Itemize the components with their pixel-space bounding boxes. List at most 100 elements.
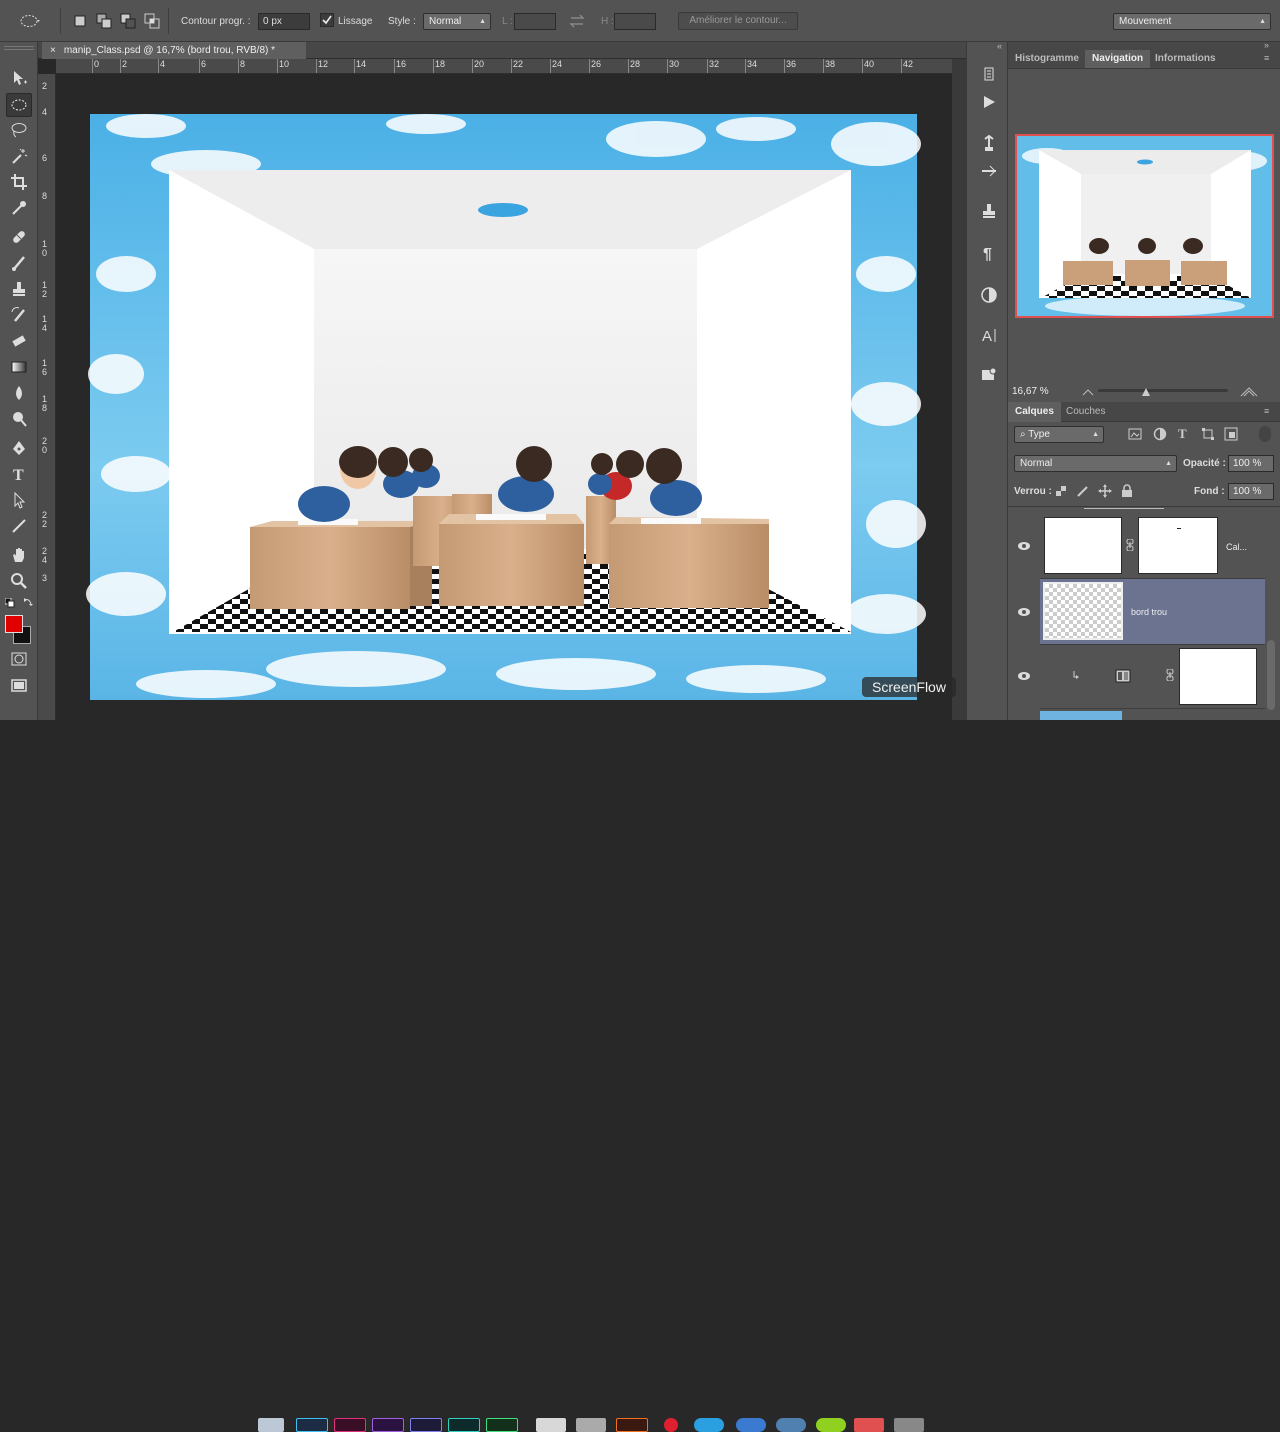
layer-name[interactable]: bord trou	[1131, 607, 1167, 617]
history-brush-tool-icon[interactable]	[6, 303, 32, 327]
lock-transparency-icon[interactable]	[1055, 485, 1067, 497]
dock-app-icon[interactable]	[736, 1418, 766, 1432]
collapse-icon[interactable]: «	[997, 41, 1002, 51]
healing-brush-tool-icon[interactable]	[6, 225, 32, 249]
dock-app-icon[interactable]	[372, 1418, 404, 1432]
dock-app-icon[interactable]	[894, 1418, 924, 1432]
dock-app-icon[interactable]	[296, 1418, 328, 1432]
dock-app-icon[interactable]	[258, 1418, 284, 1432]
filter-smartobject-icon[interactable]	[1224, 427, 1238, 441]
dock-app-icon[interactable]	[854, 1418, 884, 1432]
default-colors-icon[interactable]	[5, 598, 15, 608]
style-select[interactable]: Normal ▲	[423, 13, 491, 30]
tab-navigation[interactable]: Navigation	[1085, 50, 1151, 68]
eyedropper-tool-icon[interactable]	[6, 196, 32, 220]
canvas-image[interactable]	[56, 74, 952, 720]
magic-wand-tool-icon[interactable]	[6, 144, 32, 168]
eye-icon[interactable]	[1016, 606, 1032, 618]
elliptical-marquee-tool-icon[interactable]	[6, 93, 32, 117]
screen-mode-icon[interactable]	[6, 674, 32, 698]
layer-comps-icon[interactable]	[978, 364, 1000, 386]
layer-name[interactable]: Cal...	[1226, 542, 1247, 552]
swap-colors-icon[interactable]	[23, 597, 33, 607]
actions-play-icon[interactable]	[978, 91, 1000, 113]
layer-row[interactable]	[1040, 645, 1265, 709]
zoom-slider[interactable]	[1098, 389, 1228, 392]
filter-pixel-icon[interactable]	[1128, 427, 1142, 441]
gradient-tool-icon[interactable]	[6, 355, 32, 379]
adjustments-icon[interactable]	[978, 284, 1000, 306]
brush-tool-icon[interactable]	[6, 251, 32, 275]
pen-tool-icon[interactable]	[6, 436, 32, 460]
layer-row-selected[interactable]: bord trou	[1040, 579, 1265, 645]
fill-input[interactable]: 100 %	[1228, 483, 1274, 500]
dock-app-icon[interactable]	[410, 1418, 442, 1432]
filter-adjustment-icon[interactable]	[1153, 427, 1167, 441]
swap-icon[interactable]	[568, 13, 586, 29]
workspace-select[interactable]: Mouvement ▲	[1113, 13, 1271, 30]
dock-app-icon[interactable]	[816, 1418, 846, 1432]
vertical-scrollbar[interactable]	[952, 59, 966, 720]
dock-app-icon[interactable]	[776, 1418, 806, 1432]
lock-all-icon[interactable]	[1121, 484, 1133, 498]
layer-mask-thumbnail[interactable]	[1179, 648, 1257, 705]
blur-tool-icon[interactable]	[6, 381, 32, 405]
height-input[interactable]	[614, 13, 656, 30]
eye-icon[interactable]	[1016, 540, 1032, 552]
dock-app-icon[interactable]	[664, 1418, 678, 1432]
move-tool-icon[interactable]	[6, 66, 32, 90]
layers-scrollbar[interactable]	[1267, 640, 1275, 710]
refine-edge-button[interactable]: Améliorer le contour...	[678, 12, 798, 30]
filter-toggle[interactable]	[1259, 426, 1271, 442]
close-tab-icon[interactable]: ×	[50, 45, 56, 56]
contour-input[interactable]: 0 px	[258, 13, 310, 30]
dock-app-icon[interactable]	[334, 1418, 366, 1432]
eraser-tool-icon[interactable]	[6, 329, 32, 353]
opacity-input[interactable]: 100 %	[1228, 455, 1274, 472]
tab-calques[interactable]: Calques	[1008, 402, 1061, 422]
brush-settings-icon[interactable]	[978, 160, 1000, 182]
paragraph-icon[interactable]: ¶	[978, 242, 1000, 264]
zoom-out-icon[interactable]	[1082, 386, 1094, 396]
lasso-tool-icon[interactable]	[6, 118, 32, 142]
clone-source-icon[interactable]	[978, 200, 1000, 222]
dock-app-icon[interactable]	[448, 1418, 480, 1432]
history-icon[interactable]	[978, 63, 1000, 85]
lock-pixels-icon[interactable]	[1076, 484, 1090, 498]
layer-filter-select[interactable]: ⌕ Type ▲	[1014, 426, 1104, 443]
navigator-preview[interactable]	[1015, 134, 1274, 318]
foreground-color-swatch[interactable]	[5, 615, 23, 633]
collapse-icon[interactable]: »	[1264, 40, 1269, 50]
zoom-in-icon[interactable]	[1240, 385, 1258, 397]
new-selection-icon[interactable]	[70, 11, 90, 31]
blend-mode-select[interactable]: Normal ▲	[1014, 455, 1177, 472]
eye-icon[interactable]	[1016, 670, 1032, 682]
tab-couches[interactable]: Couches	[1059, 402, 1112, 422]
link-icon[interactable]	[1166, 669, 1174, 681]
tab-histogramme[interactable]: Histogramme	[1008, 50, 1086, 68]
filter-shape-icon[interactable]	[1201, 427, 1215, 441]
dodge-tool-icon[interactable]	[6, 407, 32, 431]
ellipse-marquee-icon[interactable]	[20, 14, 42, 28]
link-icon[interactable]	[1126, 539, 1134, 551]
character-icon[interactable]: A	[978, 324, 1000, 346]
zoom-value[interactable]: 16,67 %	[1012, 386, 1049, 397]
panel-menu-icon[interactable]: ≡	[1264, 53, 1269, 63]
dock-app-icon[interactable]	[694, 1418, 724, 1432]
quick-mask-icon[interactable]	[6, 647, 32, 671]
clone-stamp-tool-icon[interactable]	[6, 277, 32, 301]
dock-app-icon[interactable]	[616, 1418, 648, 1432]
dock-app-icon[interactable]	[536, 1418, 566, 1432]
crop-tool-icon[interactable]	[6, 170, 32, 194]
dock-app-icon[interactable]	[486, 1418, 518, 1432]
panel-menu-icon[interactable]: ≡	[1264, 406, 1269, 416]
canvas-workspace[interactable]	[56, 74, 952, 720]
zoom-tool-icon[interactable]	[6, 569, 32, 593]
hand-tool-icon[interactable]	[6, 543, 32, 567]
subtract-selection-icon[interactable]	[118, 11, 138, 31]
line-tool-icon[interactable]	[6, 514, 32, 538]
layer-row[interactable]: Cal...	[1040, 509, 1265, 579]
path-selection-tool-icon[interactable]	[6, 488, 32, 512]
filter-type-icon[interactable]: T	[1176, 426, 1190, 440]
lock-position-icon[interactable]	[1098, 484, 1112, 498]
